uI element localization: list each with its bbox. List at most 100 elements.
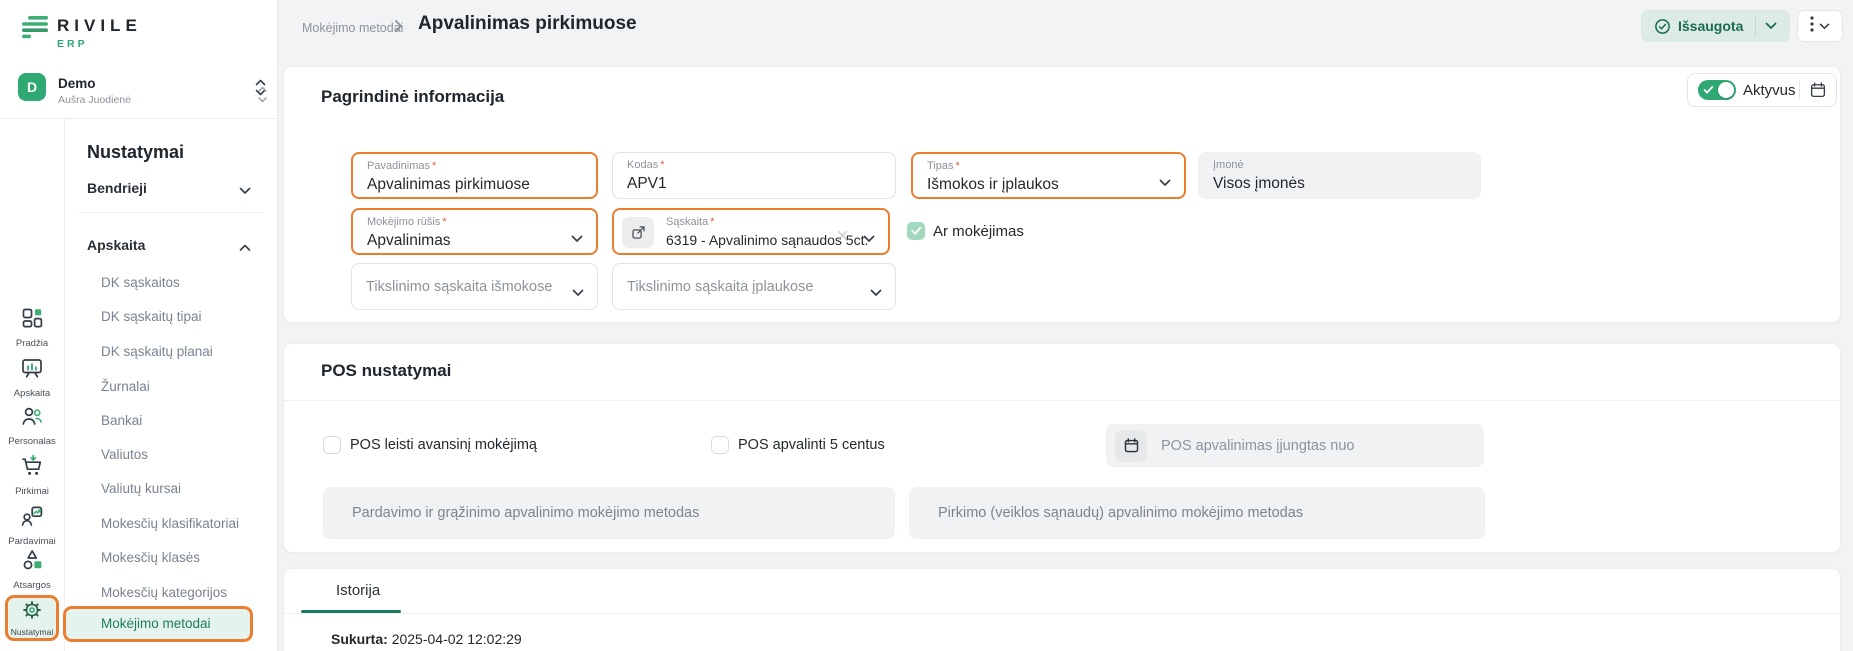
brand-subtitle: ERP bbox=[57, 38, 142, 50]
tab-istorija[interactable]: Istorija bbox=[336, 582, 380, 599]
checkbox-label: POS leisti avansinį mokėjimą bbox=[350, 437, 537, 453]
active-toggle-group: Aktyvus bbox=[1687, 73, 1837, 107]
pos-avansinis-row: POS leisti avansinį mokėjimą bbox=[323, 436, 537, 454]
gear-icon bbox=[21, 599, 43, 626]
created-value: 2025-04-02 12:02:29 bbox=[392, 631, 522, 647]
active-toggle[interactable] bbox=[1698, 80, 1736, 100]
nav-item-apskaita[interactable]: Apskaita bbox=[0, 356, 64, 399]
submenu-item-mokesciu-klasifikatoriai[interactable]: Mokesčių klasifikatoriai bbox=[101, 516, 239, 531]
input-placeholder: Pirkimo (veiklos sąnaudų) apvalinimo mok… bbox=[938, 505, 1303, 521]
pos-date-field[interactable]: POS apvalinimas įjungtas nuo bbox=[1106, 424, 1484, 467]
required-mark: * bbox=[660, 159, 664, 171]
nav-label: Atsargos bbox=[13, 580, 51, 591]
pos-apvalinti-row: POS apvalinti 5 centus bbox=[711, 436, 885, 454]
submenu-item-valiutos[interactable]: Valiutos bbox=[101, 447, 148, 462]
nav-item-pardavimai[interactable]: Pardavimai bbox=[0, 504, 64, 547]
nav-item-personalas[interactable]: Personalas bbox=[0, 404, 64, 447]
submenu-title: Nustatymai bbox=[87, 142, 184, 163]
submenu-divider bbox=[79, 212, 263, 213]
submenu-item-dk-saskaitos[interactable]: DK sąskaitos bbox=[101, 275, 180, 290]
panel-collapse-handle[interactable] bbox=[256, 84, 269, 111]
dashboard-icon bbox=[20, 306, 44, 335]
chevron-down-icon[interactable] bbox=[239, 182, 251, 200]
calendar-icon[interactable] bbox=[1800, 81, 1836, 99]
required-mark: * bbox=[710, 216, 714, 228]
select-placeholder: Tikslinimo sąskaita įplaukose bbox=[627, 279, 813, 295]
breadcrumb-parent[interactable]: Mokėjimo metodai bbox=[302, 21, 403, 35]
field-label: Pavadinimas bbox=[367, 160, 430, 172]
ar-mokejimas-checkbox[interactable] bbox=[907, 222, 925, 240]
field-saskaita-select[interactable]: Sąskaita* 6319 - Apvalinimo sąnaudos 5ct… bbox=[612, 208, 890, 255]
kebab-icon bbox=[1810, 16, 1814, 37]
nav-label: Pirkimai bbox=[15, 486, 49, 497]
user-name: Demo bbox=[58, 76, 131, 91]
card-divider bbox=[284, 613, 1840, 614]
settings-submenu: Nustatymai Bendrieji Apskaita DK sąskait… bbox=[64, 118, 277, 651]
nav-label: Personalas bbox=[8, 436, 56, 447]
field-kodas[interactable]: Kodas* APV1 bbox=[612, 152, 896, 199]
nav-item-atsargos[interactable]: Atsargos bbox=[0, 548, 64, 591]
submenu-item-valiutu-kursai[interactable]: Valiutų kursai bbox=[101, 481, 181, 496]
created-label: Sukurta: bbox=[331, 631, 388, 647]
pos-pirkimo-input: Pirkimo (veiklos sąnaudų) apvalinimo mok… bbox=[909, 487, 1485, 539]
app-window: RIVILE ERP D Demo Aušra Juodienė bbox=[0, 0, 1853, 651]
pos-avansinis-checkbox[interactable] bbox=[323, 436, 341, 454]
tikslinimo-ismokose-select[interactable]: Tikslinimo sąskaita išmokose bbox=[351, 263, 598, 310]
submenu-item-mokejimo-metodai-active[interactable]: Mokėjimo metodai bbox=[63, 606, 253, 642]
required-mark: * bbox=[956, 160, 960, 172]
external-link-icon[interactable] bbox=[622, 217, 654, 248]
submenu-item-dk-saskaitu-tipai[interactable]: DK sąskaitų tipai bbox=[101, 309, 202, 324]
cart-icon bbox=[20, 454, 44, 483]
submenu-item-bankai[interactable]: Bankai bbox=[101, 413, 142, 428]
shapes-icon bbox=[20, 548, 44, 577]
pos-pardavimo-input: Pardavimo ir grąžinimo apvalinimo mokėji… bbox=[323, 487, 895, 539]
nav-item-pirkimai[interactable]: Pirkimai bbox=[0, 454, 64, 497]
pos-settings-card: POS nustatymai POS leisti avansinį mokėj… bbox=[283, 343, 1841, 553]
sidebar: RIVILE ERP D Demo Aušra Juodienė bbox=[0, 0, 278, 651]
submenu-item-mokesciu-klases[interactable]: Mokesčių klasės bbox=[101, 550, 200, 565]
field-tipas-select[interactable]: Tipas* Išmokos ir įplaukos bbox=[911, 152, 1186, 199]
chevron-down-icon[interactable] bbox=[1765, 22, 1777, 30]
ar-mokejimas-row: Ar mokėjimas bbox=[907, 222, 1024, 240]
chevron-down-icon bbox=[863, 230, 875, 248]
required-mark: * bbox=[432, 160, 436, 172]
rivile-logo-icon[interactable] bbox=[18, 15, 52, 47]
chevron-down-icon bbox=[572, 284, 584, 302]
checkbox-label: Ar mokėjimas bbox=[933, 223, 1024, 240]
field-value: Apvalinimas bbox=[367, 230, 582, 251]
nav-rail: Pradžia Apskaita bbox=[0, 118, 64, 651]
check-circle-icon bbox=[1654, 18, 1671, 35]
nav-label: Pradžia bbox=[16, 338, 48, 349]
submenu-section-bendrieji[interactable]: Bendrieji bbox=[87, 180, 147, 196]
nav-label: Apskaita bbox=[14, 388, 50, 399]
avatar[interactable]: D bbox=[18, 73, 46, 101]
card-divider bbox=[284, 400, 1840, 401]
input-placeholder: Pardavimo ir grąžinimo apvalinimo mokėji… bbox=[352, 505, 699, 521]
chevron-down-icon bbox=[870, 284, 882, 302]
more-actions-button[interactable] bbox=[1797, 10, 1843, 42]
tikslinimo-iplaukose-select[interactable]: Tikslinimo sąskaita įplaukose bbox=[612, 263, 896, 310]
card-title: POS nustatymai bbox=[321, 361, 451, 381]
clear-icon[interactable] bbox=[837, 228, 848, 246]
nav-item-nustatymai[interactable]: Nustatymai bbox=[5, 595, 59, 641]
pos-apvalinti-checkbox[interactable] bbox=[711, 436, 729, 454]
submenu-item-dk-saskaitu-planai[interactable]: DK sąskaitų planai bbox=[101, 344, 213, 359]
people-icon bbox=[20, 404, 44, 433]
field-value: APV1 bbox=[627, 173, 881, 194]
main-info-card: Pagrindinė informacija Aktyvus Pavadinim… bbox=[283, 66, 1841, 323]
chart-board-icon bbox=[20, 356, 44, 385]
field-label: Tipas bbox=[927, 160, 954, 172]
field-pavadinimas[interactable]: Pavadinimas* Apvalinimas pirkimuose bbox=[351, 152, 598, 199]
saved-button[interactable]: Išsaugota bbox=[1641, 10, 1790, 42]
calendar-icon[interactable] bbox=[1115, 430, 1147, 462]
chevron-up-icon[interactable] bbox=[239, 239, 251, 257]
field-label: Mokėjimo rūšis bbox=[367, 216, 440, 228]
brand-block: RIVILE ERP bbox=[57, 16, 142, 50]
active-toggle-label: Aktyvus bbox=[1743, 82, 1796, 99]
nav-item-pradzia[interactable]: Pradžia bbox=[0, 306, 64, 349]
submenu-item-zurnalai[interactable]: Žurnalai bbox=[101, 379, 150, 394]
field-mokejimo-rusis-select[interactable]: Mokėjimo rūšis* Apvalinimas bbox=[351, 208, 598, 255]
user-block[interactable]: Demo Aušra Juodienė bbox=[58, 76, 131, 106]
submenu-item-mokesciu-kategorijos[interactable]: Mokesčių kategorijos bbox=[101, 585, 227, 600]
submenu-section-apskaita[interactable]: Apskaita bbox=[87, 237, 145, 253]
